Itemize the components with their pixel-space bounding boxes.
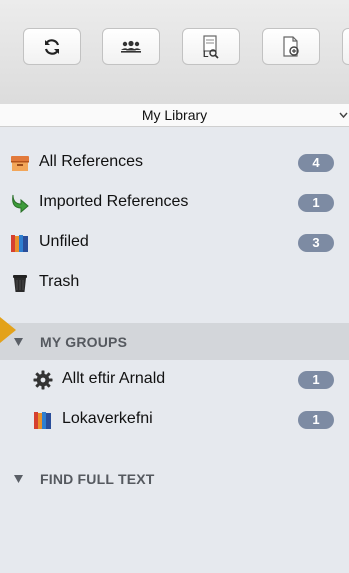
count-badge: 1 [298,371,334,389]
collection-trash[interactable]: Trash [0,267,349,297]
collection-label: Trash [39,273,80,290]
books-icon [34,412,51,429]
import-arrow-icon [12,194,29,213]
collection-imported-references[interactable]: Imported References 1 [0,187,349,217]
disclosure-triangle-icon[interactable] [14,475,23,483]
group-lokaverkefni[interactable]: Lokaverkefni 1 [0,404,349,434]
chevron-down-icon[interactable] [338,109,349,121]
pointer-arrow-icon [0,317,16,343]
trash-icon [13,275,27,292]
library-selector[interactable]: My Library [0,104,349,127]
books-icon [11,235,28,252]
group-label: Lokaverkefni [62,410,153,427]
section-title: MY GROUPS [40,334,128,350]
collection-label: All References [39,153,144,170]
gear-icon [33,370,53,390]
section-title: FIND FULL TEXT [40,471,155,487]
reference-manager-sidebar: L My Library All References 4 Imported R… [0,0,349,573]
section-my-groups[interactable]: MY GROUPS [0,323,349,360]
count-badge: 3 [298,234,334,252]
lookup-icon: L [203,34,219,59]
section-find-full-text[interactable]: FIND FULL TEXT [0,460,349,497]
svg-text:L: L [203,49,209,59]
count-badge: 4 [298,154,334,172]
group-allt-eftir-arnald[interactable]: Allt eftir Arnald 1 [0,364,349,394]
new-group-button[interactable] [102,28,160,65]
new-note-button[interactable] [262,28,320,65]
toolbar: L [0,0,349,105]
lookup-button[interactable]: L [182,28,240,65]
count-badge: 1 [298,194,334,212]
collection-label: Imported References [39,193,189,210]
note-icon [283,35,299,57]
group-label: Allt eftir Arnald [62,370,166,387]
group-icon [121,40,141,53]
source-list: All References 4 Imported References 1 U… [0,127,349,573]
collection-all-references[interactable]: All References 4 [0,147,349,177]
count-badge: 1 [298,411,334,429]
toolbar-overflow-button[interactable] [342,28,349,65]
collection-unfiled[interactable]: Unfiled 3 [0,227,349,257]
sync-icon [44,38,60,55]
sync-button[interactable] [23,28,81,65]
collection-label: Unfiled [39,233,89,250]
library-box-icon [11,156,29,171]
library-title: My Library [141,107,208,123]
